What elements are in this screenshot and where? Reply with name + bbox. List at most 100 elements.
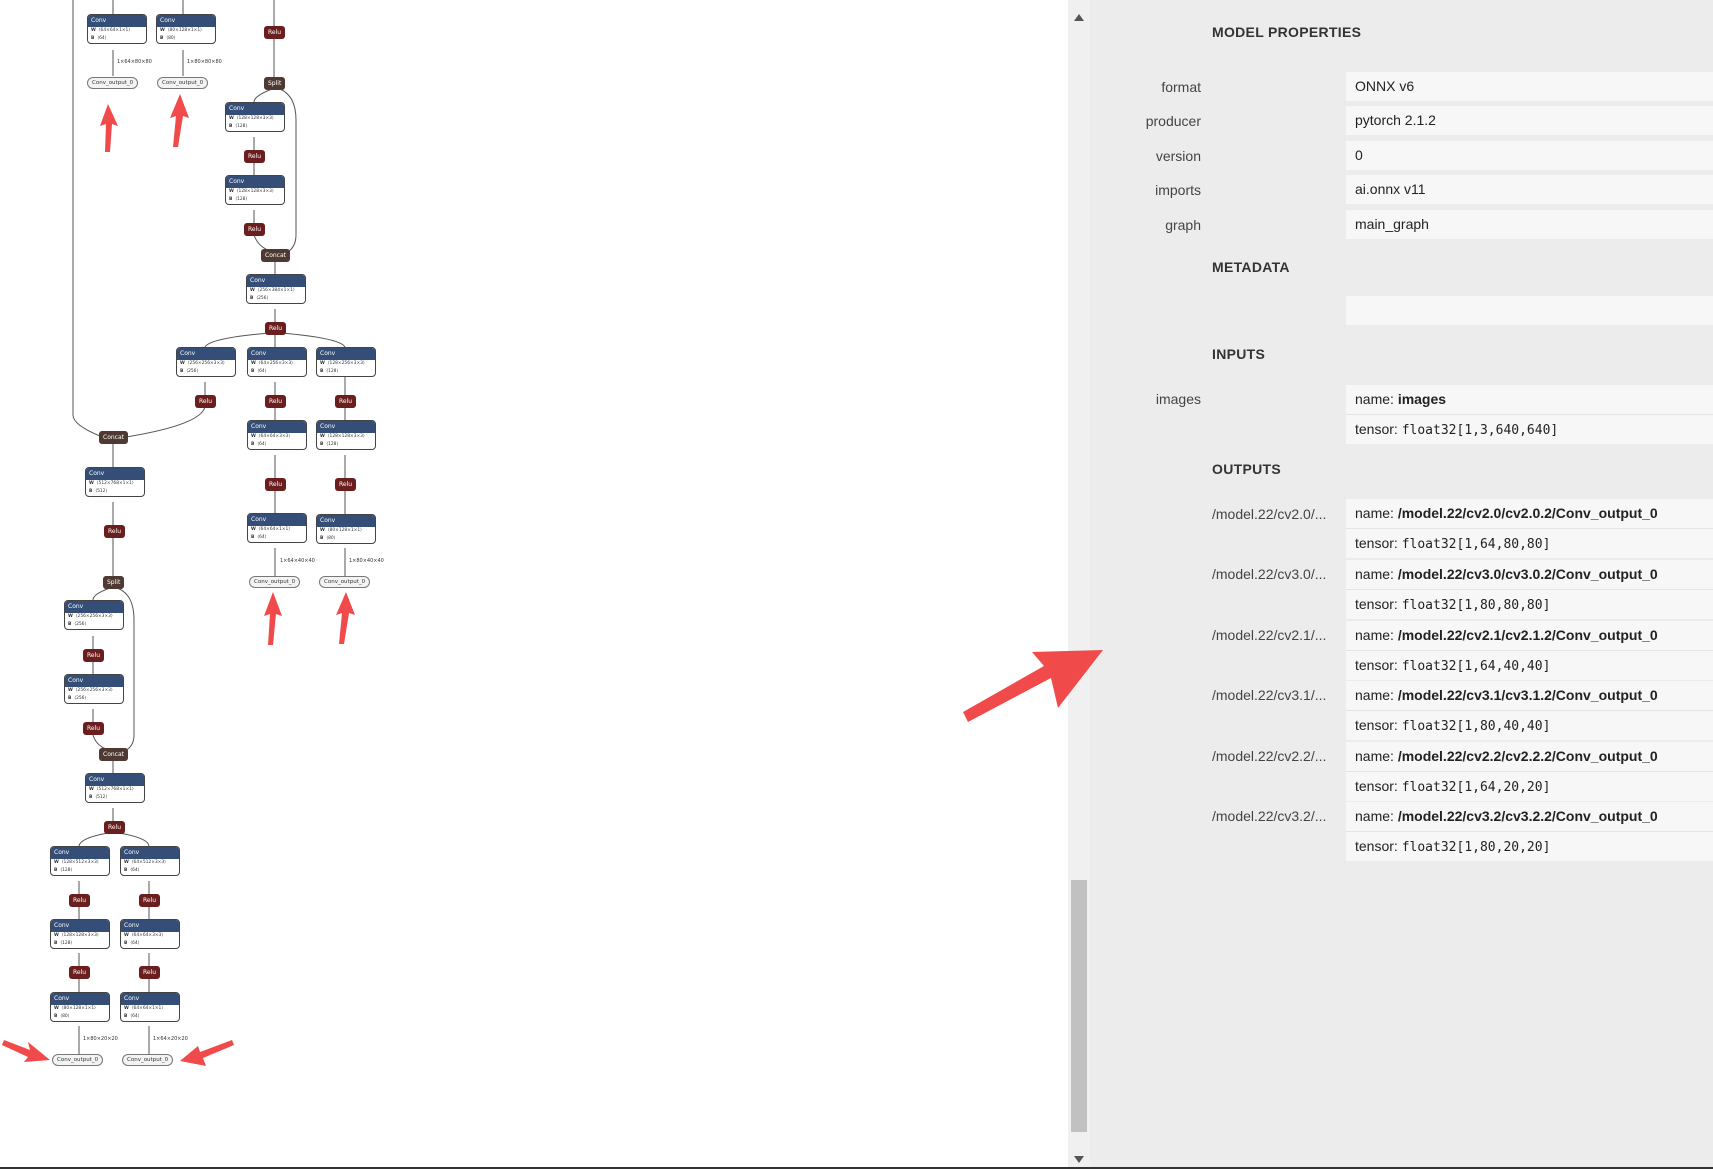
bias-key: B bbox=[250, 296, 254, 301]
output-tensor-type: float32[1,80,80,80] bbox=[1401, 598, 1551, 613]
conv-node[interactable]: Conv W ⟨256×256×3×3⟩ B ⟨256⟩ bbox=[64, 600, 124, 630]
graph-scrollbar[interactable] bbox=[1068, 0, 1090, 1169]
conv-node[interactable]: Conv W ⟨80×128×1×1⟩ B ⟨80⟩ bbox=[316, 514, 376, 544]
output-details[interactable]: name: /model.22/cv2.1/cv2.1.2/Conv_outpu… bbox=[1346, 621, 1713, 680]
weight-shape: ⟨256×256×3×3⟩ bbox=[75, 688, 113, 693]
relu-node[interactable]: Relu bbox=[139, 966, 161, 979]
output-node[interactable]: Conv_output_0 bbox=[249, 576, 301, 588]
conv-node[interactable]: Conv W ⟨256×256×3×3⟩ B ⟨256⟩ bbox=[64, 674, 124, 704]
conv-node-title: Conv bbox=[121, 847, 179, 859]
model-properties-panel: MODEL PROPERTIES format ONNX v6 producer… bbox=[1090, 0, 1713, 1169]
weight-key: W bbox=[251, 527, 256, 532]
relu-node[interactable]: Relu bbox=[335, 478, 357, 491]
graph-canvas[interactable]: Conv W ⟨64×64×1×1⟩ B ⟨64⟩ Conv W ⟨80×128×1×… bbox=[0, 0, 1068, 1169]
input-details[interactable]: name: images tensor: float32[1,3,640,640… bbox=[1346, 385, 1713, 444]
relu-node[interactable]: Relu bbox=[83, 722, 105, 735]
conv-node[interactable]: Conv W ⟨128×128×3×3⟩ B ⟨128⟩ bbox=[50, 919, 110, 949]
relu-node[interactable]: Relu bbox=[104, 821, 126, 834]
relu-node[interactable]: Relu bbox=[244, 223, 266, 236]
conv-node-title: Conv bbox=[88, 15, 146, 27]
conv-node[interactable]: Conv W ⟨512×768×1×1⟩ B ⟨512⟩ bbox=[85, 773, 145, 803]
conv-node[interactable]: Conv W ⟨512×768×1×1⟩ B ⟨512⟩ bbox=[85, 467, 145, 497]
tensor-key: tensor: bbox=[1355, 535, 1398, 551]
output-node[interactable]: Conv_output_0 bbox=[87, 77, 139, 89]
weight-key: W bbox=[320, 361, 325, 366]
bias-key: B bbox=[54, 941, 58, 946]
output-details[interactable]: name: /model.22/cv3.2/cv3.2.2/Conv_outpu… bbox=[1346, 802, 1713, 861]
conv-node[interactable]: Conv W ⟨64×64×3×3⟩ B ⟨64⟩ bbox=[120, 919, 180, 949]
conv-node[interactable]: Conv W ⟨128×128×3×3⟩ B ⟨128⟩ bbox=[225, 102, 285, 132]
conv-node-title: Conv bbox=[121, 920, 179, 932]
conv-node[interactable]: Conv W ⟨256×384×1×1⟩ B ⟨256⟩ bbox=[246, 274, 306, 304]
output-details[interactable]: name: /model.22/cv3.0/cv3.0.2/Conv_outpu… bbox=[1346, 560, 1713, 619]
concat-node[interactable]: Concat bbox=[99, 431, 128, 444]
conv-node[interactable]: Conv W ⟨128×128×3×3⟩ B ⟨128⟩ bbox=[316, 420, 376, 450]
conv-node[interactable]: Conv W ⟨64×64×3×3⟩ B ⟨64⟩ bbox=[247, 420, 307, 450]
conv-node[interactable]: Conv W ⟨64×64×1×1⟩ B ⟨64⟩ bbox=[247, 513, 307, 543]
weight-shape: ⟨128×128×3×3⟩ bbox=[327, 434, 365, 439]
output-details[interactable]: name: /model.22/cv2.0/cv2.0.2/Conv_outpu… bbox=[1346, 499, 1713, 558]
conv-node-title: Conv bbox=[65, 675, 123, 687]
bias-key: B bbox=[124, 868, 128, 873]
conv-node[interactable]: Conv W ⟨64×256×3×3⟩ B ⟨64⟩ bbox=[247, 347, 307, 377]
name-key: name: bbox=[1355, 505, 1394, 521]
weight-key: W bbox=[320, 528, 325, 533]
scroll-up-arrow-icon[interactable] bbox=[1074, 14, 1084, 21]
conv-node[interactable]: Conv W ⟨128×512×3×3⟩ B ⟨128⟩ bbox=[50, 846, 110, 876]
weight-shape: ⟨80×128×1×1⟩ bbox=[61, 1006, 96, 1011]
relu-node[interactable]: Relu bbox=[195, 395, 217, 408]
relu-node[interactable]: Relu bbox=[335, 395, 357, 408]
conv-node[interactable]: Conv W ⟨256×256×3×3⟩ B ⟨256⟩ bbox=[176, 347, 236, 377]
relu-node[interactable]: Relu bbox=[69, 966, 91, 979]
conv-node[interactable]: Conv W ⟨128×256×3×3⟩ B ⟨128⟩ bbox=[316, 347, 376, 377]
edge-shape-label: 1×80×80×80 bbox=[187, 59, 222, 65]
conv-node-title: Conv bbox=[317, 515, 375, 527]
relu-node[interactable]: Relu bbox=[264, 26, 286, 39]
conv-node[interactable]: Conv W ⟨64×512×3×3⟩ B ⟨64⟩ bbox=[120, 846, 180, 876]
conv-node[interactable]: Conv W ⟨80×128×1×1⟩ B ⟨80⟩ bbox=[156, 14, 216, 44]
output-details[interactable]: name: /model.22/cv2.2/cv2.2.2/Conv_outpu… bbox=[1346, 742, 1713, 801]
output-node[interactable]: Conv_output_0 bbox=[52, 1054, 104, 1066]
conv-node[interactable]: Conv W ⟨64×64×1×1⟩ B ⟨64⟩ bbox=[87, 14, 147, 44]
weight-shape: ⟨512×768×1×1⟩ bbox=[96, 787, 134, 792]
conv-node-title: Conv bbox=[86, 468, 144, 480]
weight-key: W bbox=[68, 688, 73, 693]
relu-node[interactable]: Relu bbox=[139, 894, 161, 907]
weight-shape: ⟨64×64×1×1⟩ bbox=[98, 28, 131, 33]
relu-node[interactable]: Relu bbox=[83, 649, 105, 662]
relu-node[interactable]: Relu bbox=[244, 150, 266, 163]
concat-node[interactable]: Concat bbox=[99, 748, 128, 761]
weight-key: W bbox=[91, 28, 96, 33]
relu-node[interactable]: Relu bbox=[104, 525, 126, 538]
property-value-format: ONNX v6 bbox=[1346, 72, 1713, 101]
weight-key: W bbox=[320, 434, 325, 439]
conv-node[interactable]: Conv W ⟨80×128×1×1⟩ B ⟨80⟩ bbox=[50, 992, 110, 1022]
bias-key: B bbox=[180, 369, 184, 374]
output-details[interactable]: name: /model.22/cv3.1/cv3.1.2/Conv_outpu… bbox=[1346, 681, 1713, 740]
conv-node[interactable]: Conv W ⟨64×64×1×1⟩ B ⟨64⟩ bbox=[120, 992, 180, 1022]
output-node[interactable]: Conv_output_0 bbox=[319, 576, 371, 588]
scroll-down-arrow-icon[interactable] bbox=[1074, 1156, 1084, 1163]
property-label-imports: imports bbox=[1155, 182, 1201, 198]
property-value-graph[interactable]: main_graph bbox=[1346, 210, 1713, 239]
output-name: /model.22/cv3.2/cv3.2.2/Conv_output_0 bbox=[1397, 808, 1658, 824]
split-node[interactable]: Split bbox=[103, 576, 125, 589]
output-node[interactable]: Conv_output_0 bbox=[122, 1054, 174, 1066]
conv-node-title: Conv bbox=[157, 15, 215, 27]
conv-node[interactable]: Conv W ⟨128×128×3×3⟩ B ⟨128⟩ bbox=[225, 175, 285, 205]
relu-node[interactable]: Relu bbox=[265, 478, 287, 491]
conv-node-title: Conv bbox=[121, 993, 179, 1005]
split-node[interactable]: Split bbox=[264, 77, 286, 90]
conv-node-title: Conv bbox=[248, 348, 306, 360]
relu-node[interactable]: Relu bbox=[69, 894, 91, 907]
relu-node[interactable]: Relu bbox=[265, 322, 287, 335]
weight-key: W bbox=[89, 481, 94, 486]
scrollbar-thumb[interactable] bbox=[1071, 880, 1087, 1132]
concat-node[interactable]: Concat bbox=[261, 249, 290, 262]
metadata-empty-field bbox=[1346, 296, 1713, 325]
weight-key: W bbox=[54, 860, 59, 865]
output-node[interactable]: Conv_output_0 bbox=[157, 77, 209, 89]
relu-node[interactable]: Relu bbox=[265, 395, 287, 408]
bias-shape: ⟨128⟩ bbox=[60, 941, 73, 946]
bias-key: B bbox=[124, 1014, 128, 1019]
